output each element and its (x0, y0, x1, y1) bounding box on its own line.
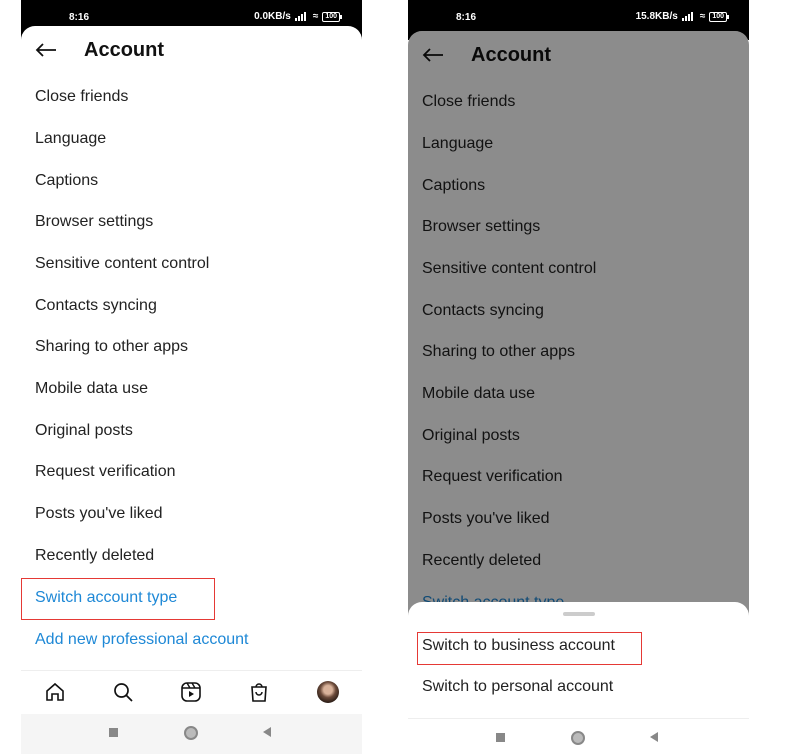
home-button-icon[interactable] (571, 731, 585, 745)
signal-icon (681, 12, 696, 21)
status-time: 8:16 (69, 12, 90, 23)
wifi-icon: ≈ (699, 11, 706, 22)
phone-left: 8:16 0.0KB/s ≈ 100 Account Close friends… (21, 0, 362, 756)
status-time: 8:16 (456, 12, 477, 23)
menu-item[interactable]: Mobile data use (35, 380, 148, 398)
menu-item[interactable]: Sharing to other apps (35, 338, 188, 356)
system-nav-bar (408, 718, 749, 756)
menu-item[interactable]: Captions (35, 172, 98, 190)
menu-item[interactable]: Request verification (35, 463, 176, 481)
account-settings-page: Account Close friends Language Captions … (21, 26, 362, 756)
menu-item[interactable]: Contacts syncing (35, 297, 157, 315)
shop-icon[interactable] (248, 681, 270, 703)
menu-item[interactable]: Recently deleted (35, 547, 154, 565)
recents-button-icon[interactable] (109, 728, 118, 737)
search-icon[interactable] (112, 681, 134, 703)
menu-item[interactable]: Browser settings (35, 213, 153, 231)
header: Account (21, 26, 362, 76)
network-speed: 15.8KB/s (635, 11, 678, 22)
bottom-nav (21, 670, 362, 715)
menu-item[interactable]: Language (35, 130, 106, 148)
status-indicators: 0.0KB/s ≈ 100 (254, 11, 342, 22)
status-indicators: 15.8KB/s ≈ 100 (635, 11, 729, 22)
menu-item[interactable]: Original posts (35, 422, 133, 440)
menu-item[interactable]: Sensitive content control (35, 255, 209, 273)
phone-right: 8:16 15.8KB/s ≈ 100 Account Close friend… (408, 0, 749, 756)
drag-handle[interactable] (563, 612, 595, 616)
profile-avatar[interactable] (317, 681, 339, 703)
switch-to-business-option[interactable]: Switch to business account (422, 637, 615, 655)
switch-to-personal-option[interactable]: Switch to personal account (422, 678, 613, 696)
back-arrow-icon[interactable] (35, 42, 57, 58)
battery-icon: 100 (709, 11, 729, 22)
wifi-icon: ≈ (312, 11, 319, 22)
back-button-icon[interactable] (263, 727, 271, 737)
menu-item[interactable]: Posts you've liked (35, 505, 163, 523)
network-speed: 0.0KB/s (254, 11, 291, 22)
menu-item[interactable]: Close friends (35, 88, 128, 106)
reels-icon[interactable] (180, 681, 202, 703)
home-icon[interactable] (44, 681, 66, 703)
switch-account-type-link[interactable]: Switch account type (35, 589, 177, 607)
battery-icon: 100 (322, 11, 342, 22)
back-button-icon[interactable] (650, 732, 658, 742)
system-nav-bar (21, 714, 362, 754)
page-title: Account (84, 39, 164, 61)
add-professional-account-link[interactable]: Add new professional account (35, 631, 248, 649)
recents-button-icon[interactable] (496, 733, 505, 742)
signal-icon (294, 12, 309, 21)
home-button-icon[interactable] (184, 726, 198, 740)
